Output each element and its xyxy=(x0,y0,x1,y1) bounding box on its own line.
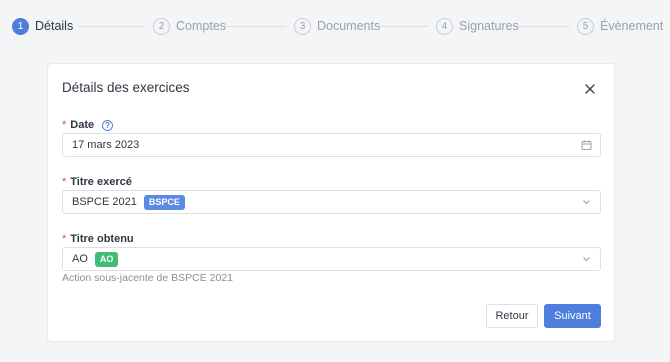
next-button[interactable]: Suivant xyxy=(544,304,601,328)
step-connector xyxy=(78,26,144,27)
step-comptes[interactable]: 2 Comptes xyxy=(153,17,226,35)
titre-exerce-label-text: Titre exercé xyxy=(70,176,132,188)
required-mark: * xyxy=(62,119,67,131)
step-number: 2 xyxy=(153,17,170,35)
help-circle-icon[interactable]: ? xyxy=(102,119,114,131)
card-title: Détails des exercices xyxy=(62,80,190,95)
step-label: Détails xyxy=(35,19,74,33)
step-number: 1 xyxy=(12,17,29,35)
required-mark: * xyxy=(62,233,67,245)
date-input[interactable]: 17 mars 2023 xyxy=(62,133,601,157)
chevron-down-icon[interactable] xyxy=(581,197,592,208)
step-signatures[interactable]: 4 Signatures xyxy=(436,17,519,35)
ao-badge: AO xyxy=(94,251,119,267)
titre-obtenu-hint: Action sous-jacente de BSPCE 2021 xyxy=(62,272,234,284)
step-label: Comptes xyxy=(176,19,227,33)
titre-obtenu-label-text: Titre obtenu xyxy=(70,233,134,245)
exercise-details-card: Détails des exercices * Date ? 17 mars 2… xyxy=(47,63,615,342)
step-connector xyxy=(223,26,286,27)
date-value: 17 mars 2023 xyxy=(72,139,140,151)
calendar-icon[interactable] xyxy=(581,140,592,151)
titre-exerce-value: BSPCE 2021 xyxy=(72,196,137,208)
step-label: Évènement xyxy=(600,19,664,33)
step-number: 5 xyxy=(577,17,594,35)
step-label: Signatures xyxy=(459,19,519,33)
titre-obtenu-label: * Titre obtenu xyxy=(62,233,134,245)
date-label-text: Date xyxy=(70,119,95,131)
step-details[interactable]: 1 Détails xyxy=(12,17,73,35)
titre-obtenu-value: AO xyxy=(72,253,88,265)
back-button[interactable]: Retour xyxy=(486,304,538,328)
date-label: * Date ? xyxy=(62,119,114,131)
step-label: Documents xyxy=(317,19,381,33)
titre-exerce-label: * Titre exercé xyxy=(62,176,132,188)
step-number: 3 xyxy=(294,17,311,35)
titre-exerce-select[interactable]: BSPCE 2021 BSPCE xyxy=(62,190,601,214)
stepper: 1 Détails 2 Comptes 3 Documents 4 Signat… xyxy=(0,0,670,52)
step-connector xyxy=(514,26,570,27)
step-evenement[interactable]: 5 Évènement xyxy=(577,17,663,35)
required-mark: * xyxy=(62,176,67,188)
bspce-badge: BSPCE xyxy=(143,194,185,210)
chevron-down-icon[interactable] xyxy=(581,254,592,265)
step-number: 4 xyxy=(436,17,453,35)
step-documents[interactable]: 3 Documents xyxy=(294,17,380,35)
close-icon[interactable] xyxy=(582,81,598,97)
step-connector xyxy=(376,26,428,27)
titre-obtenu-select[interactable]: AO AO xyxy=(62,247,601,271)
